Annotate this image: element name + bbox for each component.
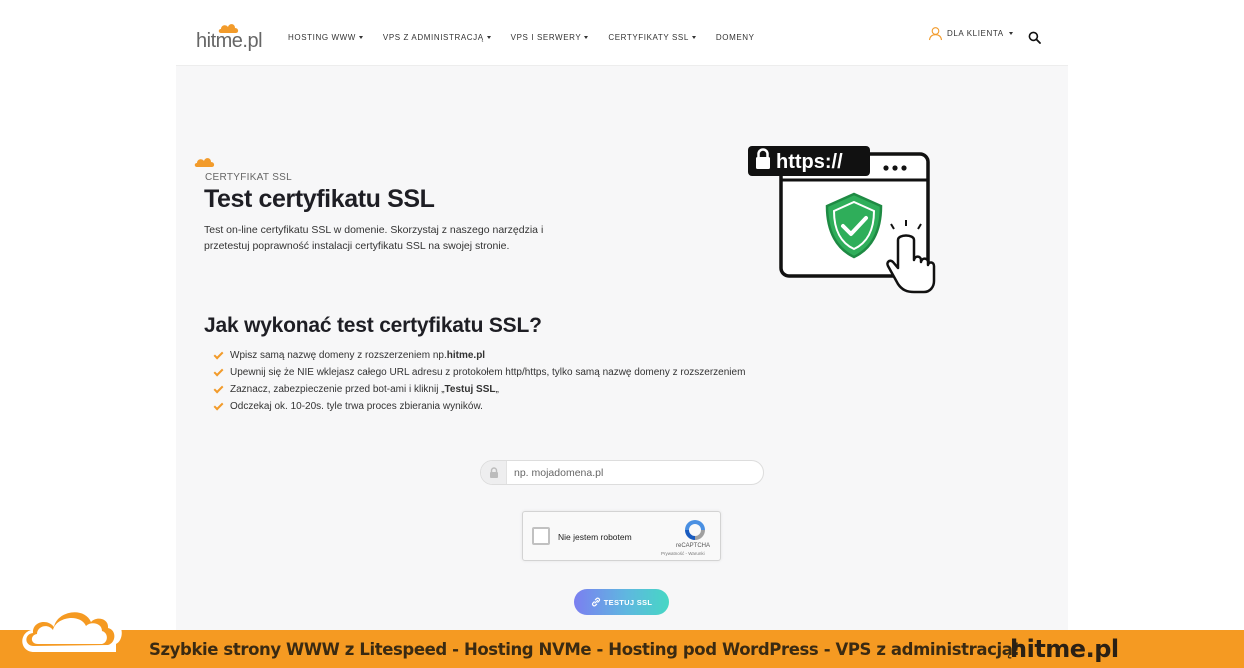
step-text: Wpisz samą nazwę domeny z rozszerzeniem … bbox=[230, 350, 447, 361]
user-icon bbox=[928, 27, 943, 41]
server-icon bbox=[489, 466, 498, 478]
list-item: Odczekaj ok. 10-20s. tyle trwa proces zb… bbox=[213, 398, 745, 415]
recaptcha-widget: Nie jestem robotem reCAPTCHA Prywatność … bbox=[522, 511, 721, 561]
promo-banner-brand[interactable]: hitme.pl bbox=[1010, 635, 1119, 663]
nav-item-label: DOMENY bbox=[715, 33, 755, 42]
step-text: Zaznacz, zabezpieczenie przed bot-ami i … bbox=[230, 384, 445, 395]
hero-description: Test on-line certyfikatu SSL w domenie. … bbox=[204, 224, 544, 252]
logo-text: hitme.pl bbox=[196, 30, 263, 52]
nav-item-hosting-www[interactable]: HOSTING WWW bbox=[288, 33, 363, 42]
caret-down-icon bbox=[1008, 32, 1013, 35]
caret-down-icon bbox=[486, 36, 491, 39]
recaptcha-logo-icon bbox=[685, 520, 705, 540]
nav-item-vps-z-administracja[interactable]: VPS Z ADMINISTRACJĄ bbox=[383, 33, 491, 42]
step-text-suffix: „ bbox=[495, 384, 499, 395]
caret-down-icon bbox=[358, 36, 363, 39]
cloud-icon bbox=[194, 158, 215, 167]
check-icon bbox=[213, 383, 224, 393]
howto-title: Jak wykonać test certyfikatu SSL? bbox=[204, 314, 542, 337]
site-logo[interactable]: hitme.pl bbox=[196, 22, 274, 56]
client-menu-label: DLA KLIENTA bbox=[947, 29, 1004, 38]
link-icon bbox=[591, 597, 600, 607]
site-container: hitme.pl HOSTING WWW VPS Z ADMINISTRACJĄ… bbox=[176, 0, 1068, 630]
ssl-browser-illustration: https:// bbox=[748, 146, 936, 294]
page-title: Test certyfikatu SSL bbox=[204, 185, 435, 213]
step-bold-text: hitme.pl bbox=[446, 350, 486, 361]
recaptcha-brand: reCAPTCHA bbox=[676, 543, 711, 549]
hero-eyebrow: CERTYFIKAT SSL bbox=[205, 172, 293, 183]
check-icon bbox=[213, 366, 224, 376]
list-item: Upewnij się że NIE wklejasz całego URL a… bbox=[213, 364, 746, 381]
recaptcha-links[interactable]: Prywatność - Warunki bbox=[661, 551, 705, 556]
search-icon bbox=[1028, 31, 1041, 44]
domain-input[interactable] bbox=[507, 466, 757, 479]
step-bold-text: Testuj SSL bbox=[444, 384, 496, 395]
main-nav: HOSTING WWW VPS Z ADMINISTRACJĄ VPS I SE… bbox=[288, 33, 775, 42]
nav-item-label: CERTYFIKATY SSL bbox=[608, 33, 689, 42]
caret-down-icon bbox=[691, 36, 696, 39]
check-icon bbox=[213, 349, 224, 359]
recaptcha-label: Nie jestem robotem bbox=[558, 532, 632, 542]
nav-item-label: VPS I SERWERY bbox=[510, 33, 582, 42]
main-content: CERTYFIKAT SSL Test certyfikatu SSL Test… bbox=[176, 66, 1068, 630]
step-text: Upewnij się że NIE wklejasz całego URL a… bbox=[230, 367, 746, 378]
recaptcha-checkbox[interactable] bbox=[532, 527, 550, 545]
client-menu[interactable]: DLA KLIENTA bbox=[928, 26, 1013, 41]
caret-down-icon bbox=[584, 36, 589, 39]
https-label: https:// bbox=[776, 151, 843, 173]
banner-cloud-icon bbox=[22, 601, 122, 652]
nav-item-vps-i-serwery[interactable]: VPS I SERWERY bbox=[511, 33, 589, 42]
test-ssl-button-label: TESTUJ SSL bbox=[603, 597, 653, 607]
nav-item-certyfikaty-ssl[interactable]: CERTYFIKATY SSL bbox=[608, 33, 696, 42]
nav-item-label: HOSTING WWW bbox=[288, 33, 356, 42]
nav-item-domeny[interactable]: DOMENY bbox=[716, 33, 755, 42]
input-addon bbox=[481, 461, 507, 484]
top-navbar: hitme.pl HOSTING WWW VPS Z ADMINISTRACJĄ… bbox=[176, 0, 1068, 66]
search-button[interactable] bbox=[1028, 31, 1041, 49]
promo-banner-text: Szybkie strony WWW z Litespeed - Hosting… bbox=[149, 640, 1020, 659]
test-ssl-button[interactable]: TESTUJ SSL bbox=[574, 589, 669, 615]
howto-steps: Wpisz samą nazwę domeny z rozszerzeniem … bbox=[213, 347, 746, 415]
nav-item-label: VPS Z ADMINISTRACJĄ bbox=[382, 33, 484, 42]
step-text: Odczekaj ok. 10-20s. tyle trwa proces zb… bbox=[230, 401, 483, 412]
check-icon bbox=[213, 400, 224, 410]
domain-input-group bbox=[480, 460, 764, 485]
list-item: Zaznacz, zabezpieczenie przed bot-ami i … bbox=[213, 381, 745, 398]
list-item: Wpisz samą nazwę domeny z rozszerzeniem … bbox=[213, 347, 745, 364]
